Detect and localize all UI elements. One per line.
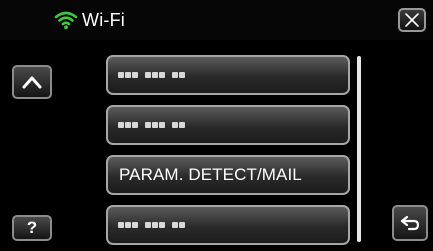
list-item-param-detect-mail[interactable]: PARAM. DETECT/MAIL <box>106 155 350 195</box>
return-icon <box>400 215 420 231</box>
title-bar: Wi-Fi <box>0 0 433 40</box>
close-button[interactable] <box>398 8 426 32</box>
scroll-up-button[interactable] <box>12 65 52 99</box>
list-item[interactable] <box>106 55 350 95</box>
list-item[interactable] <box>106 105 350 145</box>
wifi-icon <box>54 11 78 30</box>
back-button[interactable] <box>392 205 428 241</box>
help-label: ? <box>26 218 38 237</box>
scrollbar[interactable] <box>357 56 361 242</box>
masked-text <box>108 72 186 78</box>
wifi-header: Wi-Fi <box>54 9 125 31</box>
list-item-label: PARAM. DETECT/MAIL <box>119 165 302 184</box>
caret-up-icon <box>22 76 42 89</box>
masked-text <box>108 122 186 128</box>
page-title: Wi-Fi <box>82 9 125 30</box>
list-item[interactable] <box>106 205 350 245</box>
help-button[interactable]: ? <box>12 215 52 241</box>
masked-text <box>108 222 186 228</box>
close-icon <box>405 13 419 27</box>
